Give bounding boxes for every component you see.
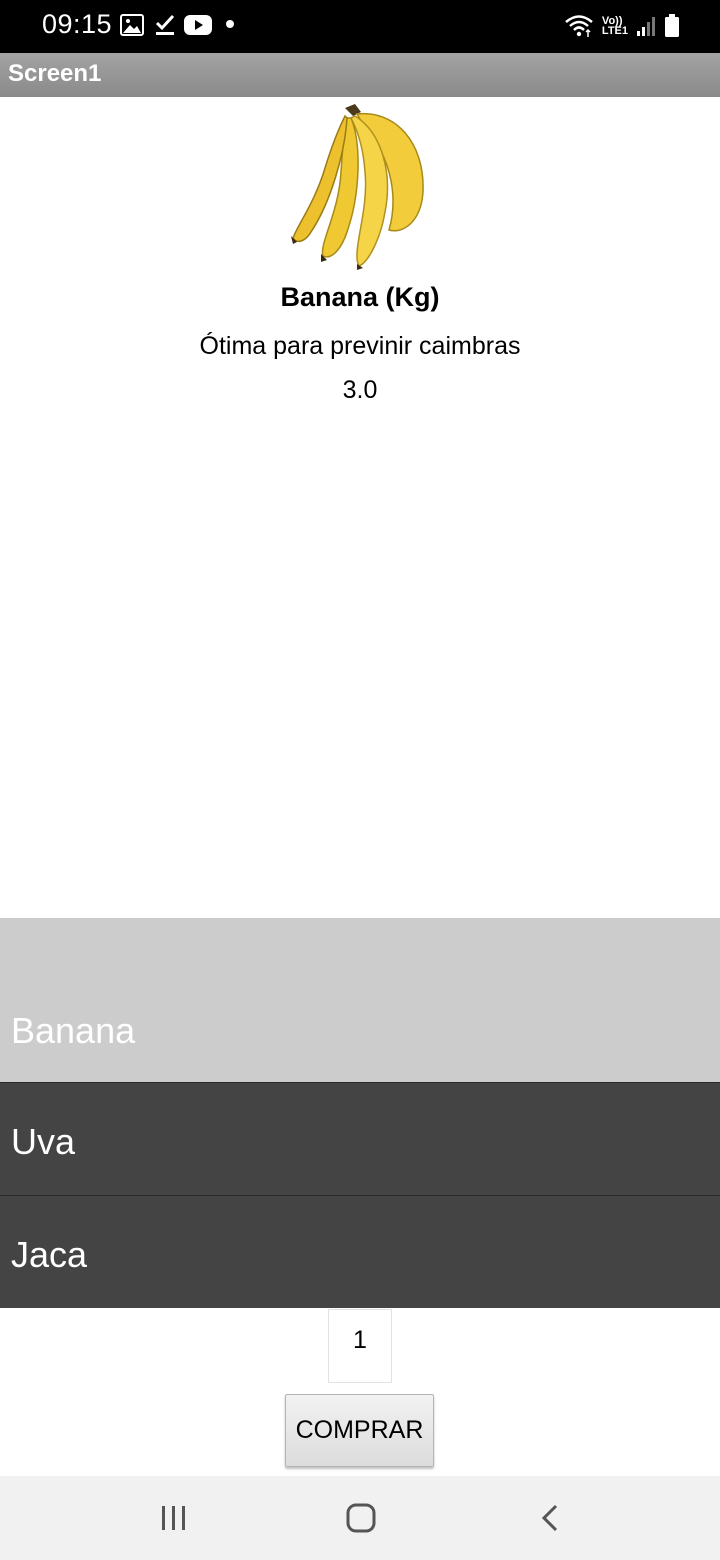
title-bar: Screen1 <box>0 53 720 97</box>
list-item-label: Jaca <box>11 1234 88 1275</box>
list-item[interactable]: Uva <box>0 1082 720 1195</box>
dot-icon <box>226 20 234 28</box>
home-icon[interactable] <box>344 1502 378 1534</box>
product-name: Banana (Kg) <box>280 282 440 312</box>
status-bar: 09:15 Vo)) LTE1 <box>0 0 720 53</box>
battery-icon <box>665 14 679 37</box>
check-download-icon <box>155 14 175 35</box>
product-description: Ótima para previnir caimbras <box>199 332 521 360</box>
screen-title: Screen1 <box>8 60 102 87</box>
quantity-field[interactable]: 1 <box>328 1309 392 1383</box>
buy-button[interactable]: COMPRAR <box>285 1394 434 1467</box>
list-item[interactable]: Jaca <box>0 1195 720 1308</box>
back-icon[interactable] <box>536 1502 564 1534</box>
list-item-label: Uva <box>11 1121 76 1162</box>
volte-lte-icon: Vo)) LTE1 <box>601 16 628 37</box>
wifi-icon <box>565 15 593 37</box>
recent-apps-icon[interactable] <box>158 1502 190 1534</box>
youtube-icon <box>184 15 212 35</box>
banana-image <box>291 104 424 270</box>
navigation-bar <box>0 1476 720 1560</box>
signal-icon <box>637 17 655 36</box>
list-item-label: Banana <box>11 1010 136 1051</box>
image-icon <box>120 14 144 36</box>
network-bottom-label: LTE1 <box>601 25 628 37</box>
list-item[interactable]: Banana <box>0 918 720 1082</box>
status-time: 09:15 <box>42 9 113 39</box>
fruit-list: Banana Uva Jaca <box>0 918 720 1308</box>
product-price: 3.0 <box>342 376 378 404</box>
